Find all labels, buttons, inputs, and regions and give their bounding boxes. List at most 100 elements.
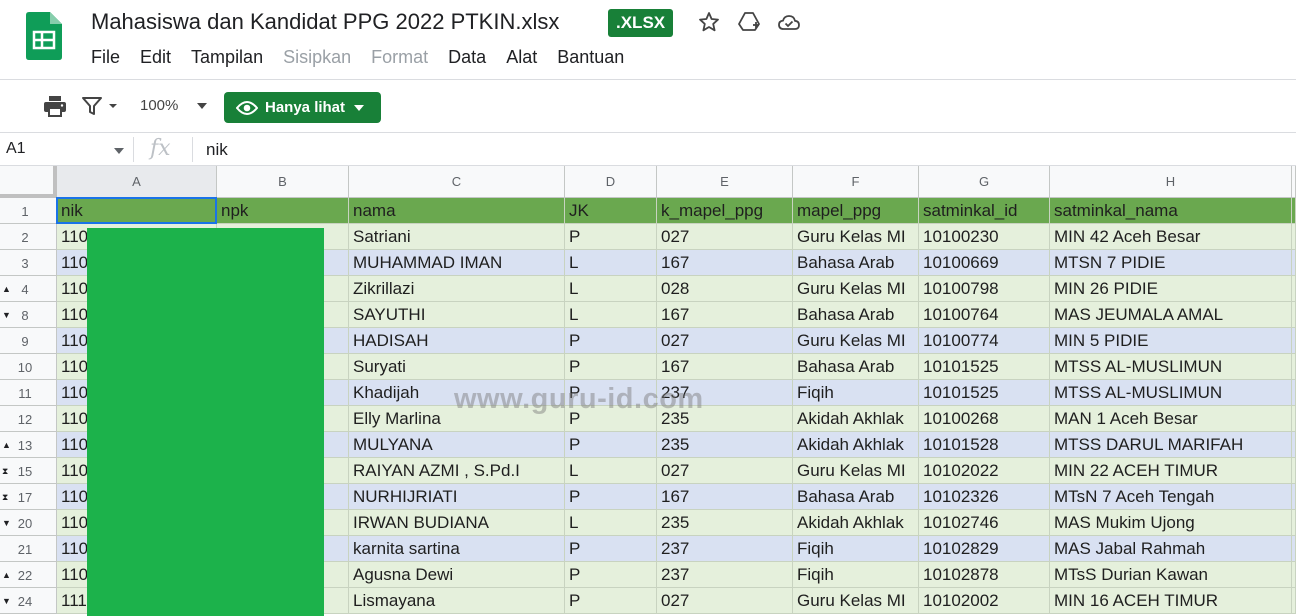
cell-d[interactable]: L xyxy=(565,302,657,328)
cell-h[interactable]: MAS JEUMALA AMAL xyxy=(1050,302,1292,328)
header-cell-f[interactable]: mapel_ppg xyxy=(793,198,919,224)
cell-h[interactable]: MTSS DARUL MARIFAH xyxy=(1050,432,1292,458)
column-header-a[interactable]: A xyxy=(57,166,217,198)
column-header-d[interactable]: D xyxy=(565,166,657,198)
cell-e[interactable]: 167 xyxy=(657,354,793,380)
cell-g[interactable]: 10102878 xyxy=(919,562,1050,588)
cell-d[interactable]: P xyxy=(565,536,657,562)
cell-h[interactable]: MIN 16 ACEH TIMUR xyxy=(1050,588,1292,614)
cell-c[interactable]: RAIYAN AZMI , S.Pd.I xyxy=(349,458,565,484)
cell-c[interactable]: MULYANA xyxy=(349,432,565,458)
menu-edit[interactable]: Edit xyxy=(140,47,171,68)
cell-c[interactable]: karnita sartina xyxy=(349,536,565,562)
row-header[interactable]: 1 xyxy=(0,198,57,224)
cell-c[interactable]: HADISAH xyxy=(349,328,565,354)
cell-c[interactable]: Suryati xyxy=(349,354,565,380)
row-header[interactable]: 11 xyxy=(0,380,57,406)
cell-e[interactable]: 027 xyxy=(657,328,793,354)
cell-h[interactable]: MIN 42 Aceh Besar xyxy=(1050,224,1292,250)
name-box[interactable]: A1 xyxy=(6,140,26,158)
header-cell-c[interactable]: nama xyxy=(349,198,565,224)
row-header[interactable]: 2 xyxy=(0,224,57,250)
cell-e[interactable]: 235 xyxy=(657,432,793,458)
cell-h[interactable]: MAS Jabal Rahmah xyxy=(1050,536,1292,562)
cell-e[interactable]: 167 xyxy=(657,250,793,276)
column-header-e[interactable]: E xyxy=(657,166,793,198)
cell-d[interactable]: L xyxy=(565,276,657,302)
row-header[interactable]: ⧗ 17 xyxy=(0,484,57,510)
cell-g[interactable]: 10101525 xyxy=(919,354,1050,380)
cell-g[interactable]: 10100230 xyxy=(919,224,1050,250)
cell-f[interactable]: Guru Kelas MI xyxy=(793,588,919,614)
zoom-select[interactable]: 100% xyxy=(140,97,178,114)
cell-h[interactable]: MTSS AL-MUSLIMUN xyxy=(1050,380,1292,406)
cell-h[interactable]: MTSN 7 PIDIE xyxy=(1050,250,1292,276)
cell-e[interactable]: 027 xyxy=(657,224,793,250)
view-only-button[interactable]: Hanya lihat xyxy=(224,92,381,123)
cell-g[interactable]: 10102326 xyxy=(919,484,1050,510)
row-header[interactable]: ▼ 20 xyxy=(0,510,57,536)
column-header-f[interactable]: F xyxy=(793,166,919,198)
cell-c[interactable]: NURHIJRIATI xyxy=(349,484,565,510)
cell-g[interactable]: 10102002 xyxy=(919,588,1050,614)
cell-h[interactable]: MTsS Durian Kawan xyxy=(1050,562,1292,588)
filter-icon[interactable] xyxy=(80,94,106,118)
menu-file[interactable]: File xyxy=(91,47,120,68)
cell-g[interactable]: 10101528 xyxy=(919,432,1050,458)
row-header[interactable]: ⧗ 15 xyxy=(0,458,57,484)
zoom-dropdown-icon[interactable] xyxy=(196,102,208,110)
print-icon[interactable] xyxy=(42,94,68,118)
cell-d[interactable]: P xyxy=(565,588,657,614)
cell-c[interactable]: IRWAN BUDIANA xyxy=(349,510,565,536)
cell-c[interactable]: MUHAMMAD IMAN xyxy=(349,250,565,276)
header-cell-h[interactable]: satminkal_nama xyxy=(1050,198,1292,224)
move-to-drive-icon[interactable] xyxy=(737,10,761,34)
cell-g[interactable]: 10102746 xyxy=(919,510,1050,536)
cell-d[interactable]: L xyxy=(565,458,657,484)
cell-g[interactable]: 10102829 xyxy=(919,536,1050,562)
select-all-corner[interactable] xyxy=(0,166,57,198)
row-header[interactable]: 12 xyxy=(0,406,57,432)
column-header-b[interactable]: B xyxy=(217,166,349,198)
cell-e[interactable]: 027 xyxy=(657,588,793,614)
menu-bantuan[interactable]: Bantuan xyxy=(557,47,624,68)
cell-h[interactable]: MTSS AL-MUSLIMUN xyxy=(1050,354,1292,380)
name-box-dropdown-icon[interactable] xyxy=(114,148,124,154)
cell-d[interactable]: L xyxy=(565,510,657,536)
row-header[interactable]: 10 xyxy=(0,354,57,380)
header-cell-g[interactable]: satminkal_id xyxy=(919,198,1050,224)
menu-sisipkan[interactable]: Sisipkan xyxy=(283,47,351,68)
cell-f[interactable]: Fiqih xyxy=(793,380,919,406)
cell-e[interactable]: 235 xyxy=(657,510,793,536)
cell-f[interactable]: Guru Kelas MI xyxy=(793,458,919,484)
cell-f[interactable]: Bahasa Arab xyxy=(793,354,919,380)
cell-g[interactable]: 10102022 xyxy=(919,458,1050,484)
menu-data[interactable]: Data xyxy=(448,47,486,68)
row-header[interactable]: ▲ 4 xyxy=(0,276,57,302)
cell-c[interactable]: Zikrillazi xyxy=(349,276,565,302)
column-header-g[interactable]: G xyxy=(919,166,1050,198)
cell-h[interactable]: MTsN 7 Aceh Tengah xyxy=(1050,484,1292,510)
cell-f[interactable]: Bahasa Arab xyxy=(793,484,919,510)
cell-g[interactable]: 10101525 xyxy=(919,380,1050,406)
cell-f[interactable]: Akidah Akhlak xyxy=(793,406,919,432)
filter-dropdown-icon[interactable] xyxy=(108,102,118,110)
row-header[interactable]: 9 xyxy=(0,328,57,354)
cell-f[interactable]: Akidah Akhlak xyxy=(793,510,919,536)
cell-d[interactable]: P xyxy=(565,432,657,458)
cell-h[interactable]: MIN 26 PIDIE xyxy=(1050,276,1292,302)
row-header[interactable]: 21 xyxy=(0,536,57,562)
cell-d[interactable]: P xyxy=(565,484,657,510)
header-cell-e[interactable]: k_mapel_ppg xyxy=(657,198,793,224)
cell-f[interactable]: Fiqih xyxy=(793,562,919,588)
cloud-status-icon[interactable] xyxy=(777,10,801,34)
row-header[interactable]: ▲ 13 xyxy=(0,432,57,458)
cell-f[interactable]: Akidah Akhlak xyxy=(793,432,919,458)
row-header[interactable]: ▼ 8 xyxy=(0,302,57,328)
cell-e[interactable]: 237 xyxy=(657,536,793,562)
header-cell-b[interactable]: npk xyxy=(217,198,349,224)
cell-f[interactable]: Fiqih xyxy=(793,536,919,562)
cell-f[interactable]: Bahasa Arab xyxy=(793,302,919,328)
cell-c[interactable]: SAYUTHI xyxy=(349,302,565,328)
cell-e[interactable]: 027 xyxy=(657,458,793,484)
